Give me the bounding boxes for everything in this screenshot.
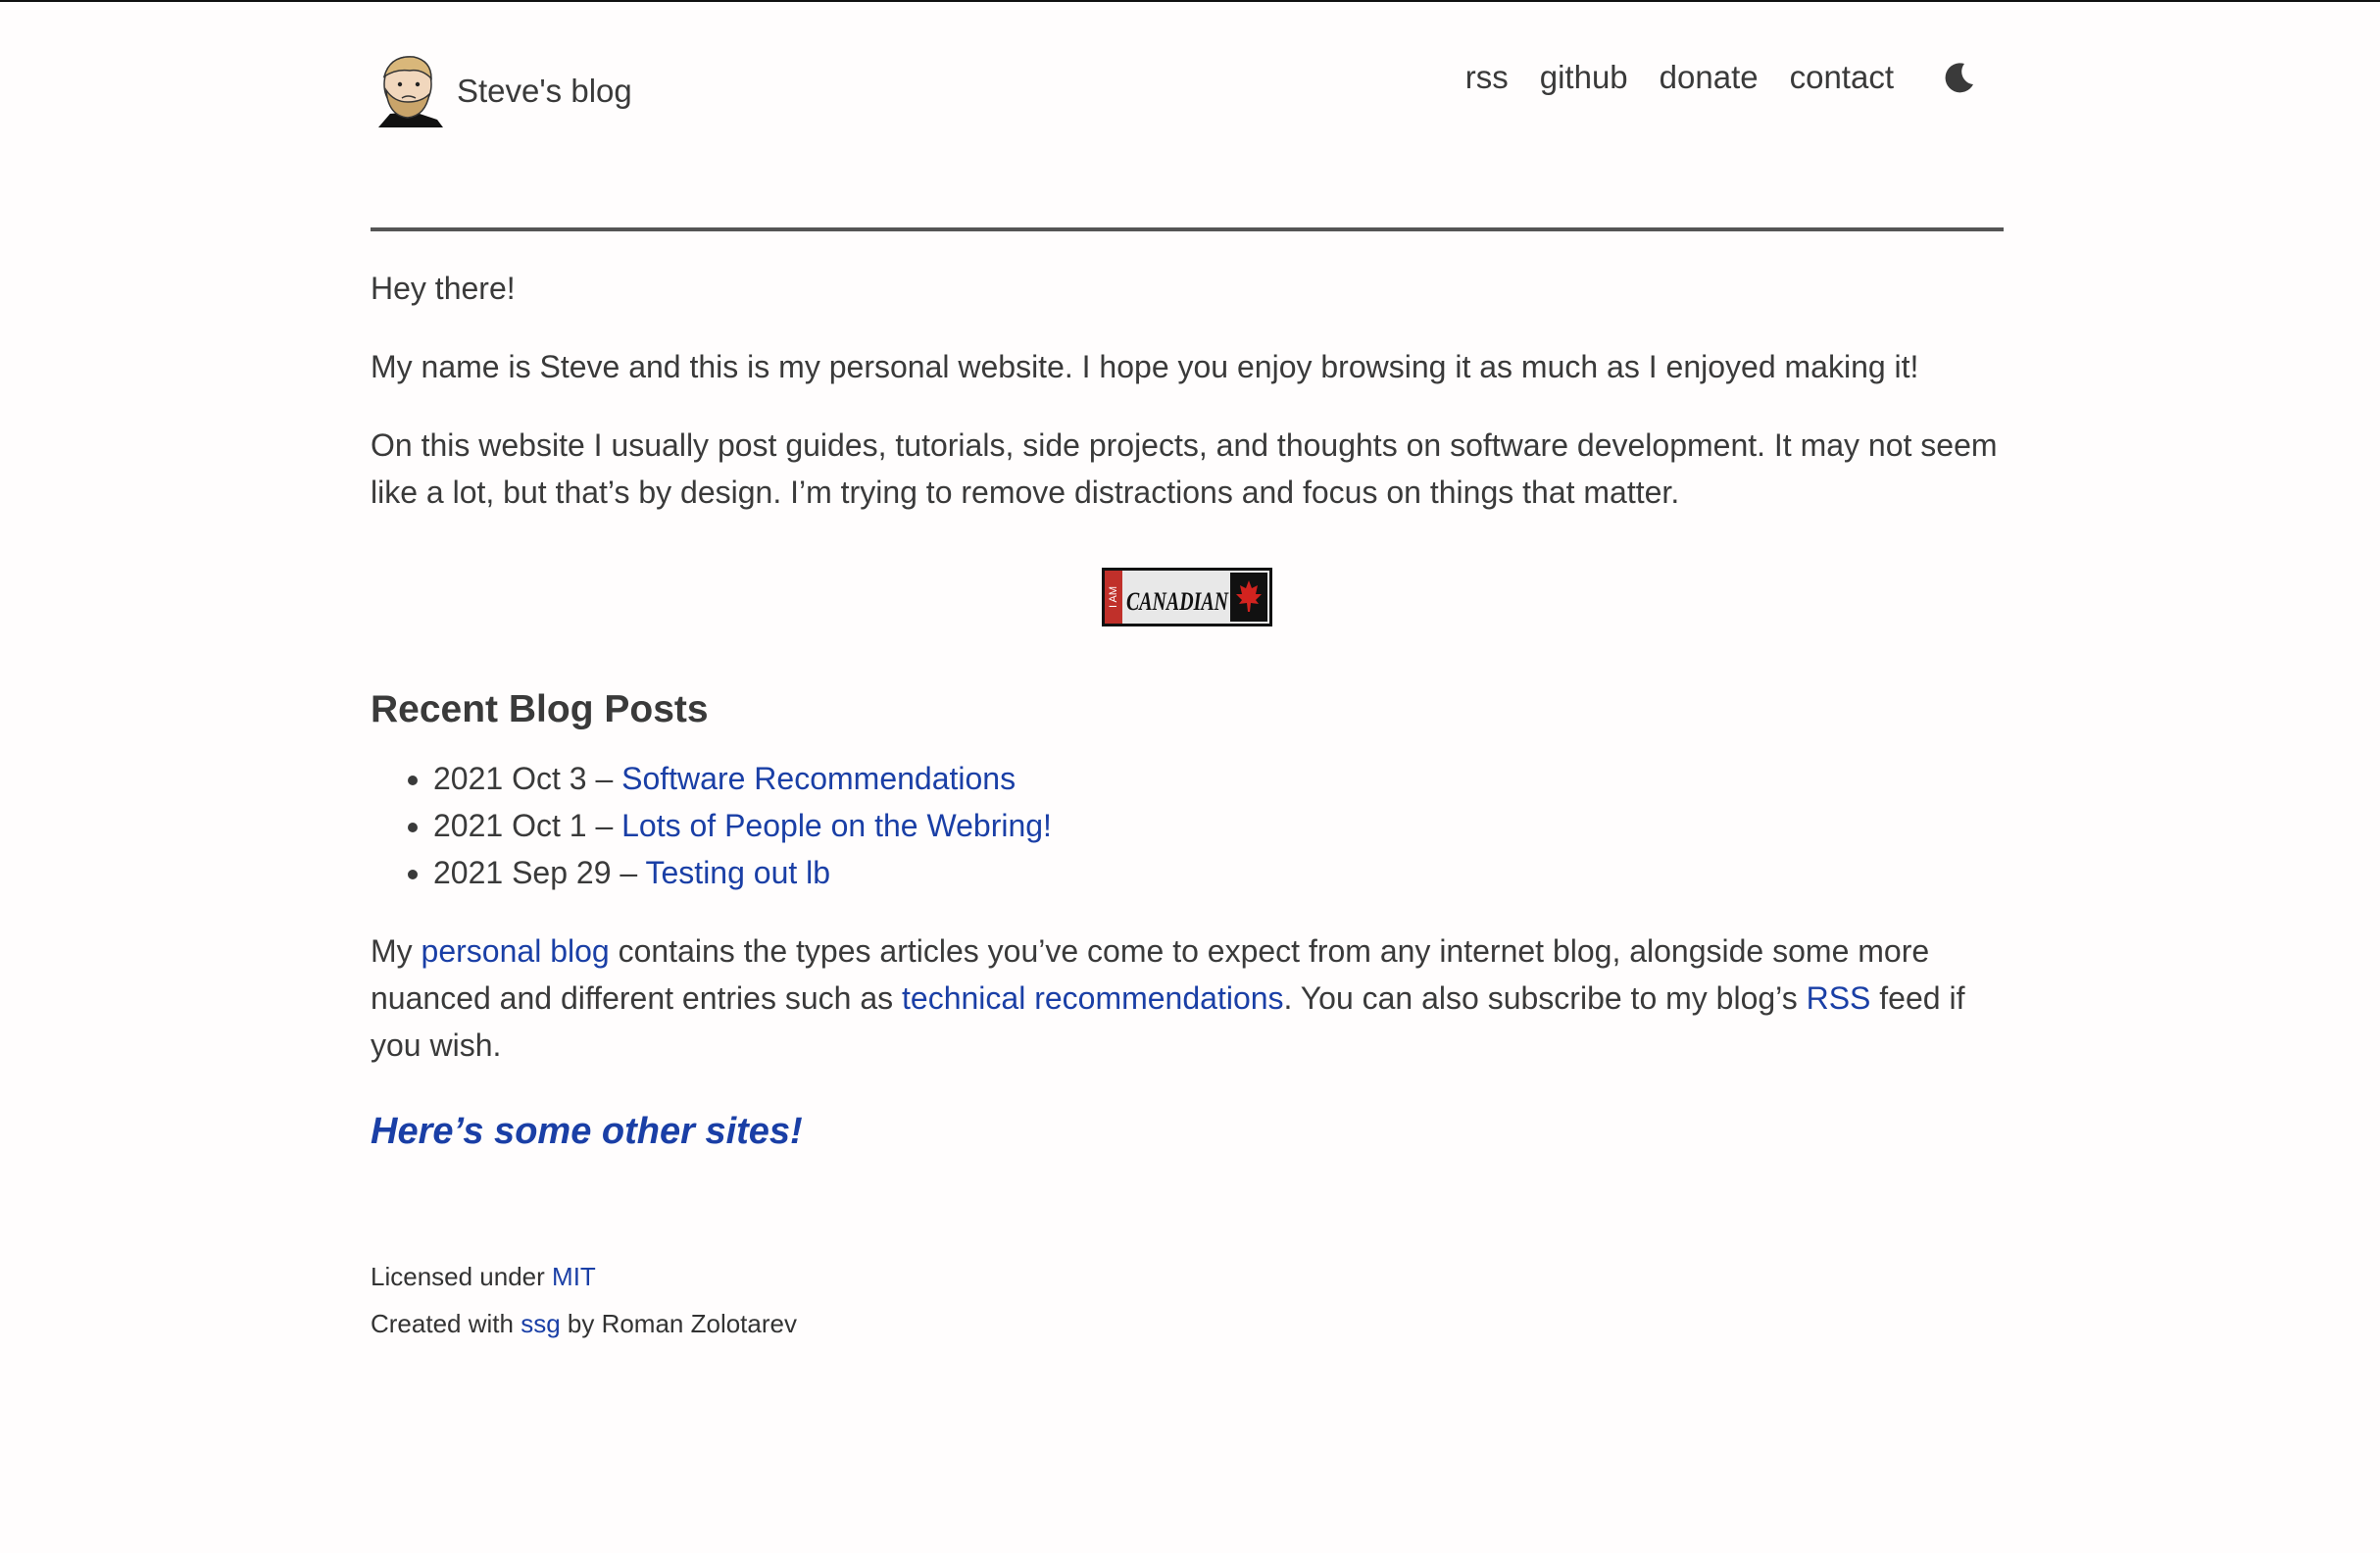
nav-donate[interactable]: donate bbox=[1660, 59, 1759, 96]
recent-posts-list: 2021 Oct 3 – Software Recommendations 20… bbox=[371, 755, 2004, 896]
license-line: Licensed under MIT bbox=[371, 1262, 596, 1291]
svg-text:CANADIAN: CANADIAN bbox=[1126, 587, 1229, 616]
ssg-link[interactable]: ssg bbox=[521, 1309, 560, 1338]
home-link[interactable]: Steve's blog bbox=[371, 51, 632, 127]
canadian-flag-badge: I AM CANADIAN bbox=[1102, 568, 1272, 626]
intro-paragraph: My name is Steve and this is my personal… bbox=[371, 349, 1919, 384]
post-link[interactable]: Testing out lb bbox=[646, 855, 831, 890]
rss-link[interactable]: RSS bbox=[1807, 980, 1871, 1016]
list-item: 2021 Oct 3 – Software Recommendations bbox=[433, 755, 2004, 802]
moon-icon[interactable] bbox=[1943, 61, 1976, 94]
about-site-paragraph: On this website I usually post guides, t… bbox=[371, 427, 1998, 510]
site-footer: Licensed under MIT Created with ssg by R… bbox=[371, 1253, 797, 1347]
badge-row: I AM CANADIAN bbox=[371, 567, 2004, 627]
nav-github[interactable]: github bbox=[1540, 59, 1628, 96]
post-link[interactable]: Lots of People on the Webring! bbox=[621, 808, 1052, 843]
recent-posts-heading: Recent Blog Posts bbox=[371, 688, 709, 730]
list-item: 2021 Oct 1 – Lots of People on the Webri… bbox=[433, 802, 2004, 849]
greeting: Hey there! bbox=[371, 271, 516, 306]
blog-description: My personal blog contains the types arti… bbox=[371, 933, 1965, 1063]
credits-line: Created with ssg by Roman Zolotarev bbox=[371, 1309, 797, 1338]
technical-recommendations-link[interactable]: technical recommendations bbox=[902, 980, 1284, 1016]
mit-license-link[interactable]: MIT bbox=[552, 1262, 596, 1291]
nav-contact[interactable]: contact bbox=[1790, 59, 1894, 96]
main-content: Hey there! My name is Steve and this is … bbox=[371, 265, 2004, 1156]
post-date: 2021 Oct 1 – bbox=[433, 808, 622, 843]
list-item: 2021 Sep 29 – Testing out lb bbox=[433, 849, 2004, 896]
page: Steve's blog rss github donate contact H… bbox=[371, 2, 2004, 1338]
post-date: 2021 Sep 29 – bbox=[433, 855, 646, 890]
nav-rss[interactable]: rss bbox=[1465, 59, 1509, 96]
site-title: Steve's blog bbox=[457, 73, 632, 109]
post-link[interactable]: Software Recommendations bbox=[621, 761, 1016, 796]
svg-text:I AM: I AM bbox=[1108, 586, 1119, 608]
personal-blog-link[interactable]: personal blog bbox=[421, 933, 610, 969]
avatar-icon bbox=[378, 56, 443, 127]
post-date: 2021 Oct 3 – bbox=[433, 761, 622, 796]
other-sites-link[interactable]: Here’s some other sites! bbox=[371, 1108, 803, 1155]
site-header: Steve's blog rss github donate contact bbox=[371, 2, 2004, 159]
main-nav: rss github donate contact bbox=[1465, 59, 2004, 96]
header-divider bbox=[371, 227, 2004, 231]
